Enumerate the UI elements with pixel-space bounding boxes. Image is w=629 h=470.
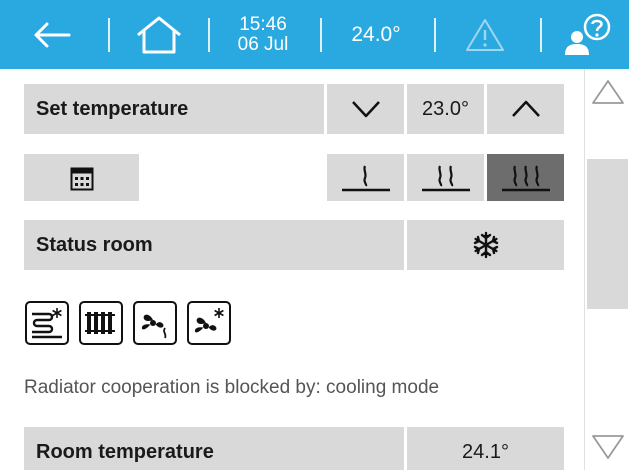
scroll-thumb[interactable]: [587, 159, 628, 309]
increase-temperature-button[interactable]: [487, 84, 564, 134]
user-help-icon: [565, 13, 611, 55]
header-divider: [108, 18, 110, 52]
room-temperature-label: Room temperature: [24, 427, 404, 470]
radiator-icon: [85, 312, 115, 334]
top-bar: 15:46 06 Jul 24.0°: [0, 0, 629, 69]
set-temperature-value: 23.0°: [407, 84, 484, 134]
scroll-down-button[interactable]: [585, 424, 629, 470]
header-divider: [320, 18, 322, 52]
home-icon: [137, 16, 181, 53]
arrow-left-icon: [34, 22, 71, 47]
back-button[interactable]: [22, 0, 82, 69]
heat-level-3-icon: [501, 165, 550, 191]
current-temperature: 24.0°: [351, 22, 401, 46]
heat-level-2-button[interactable]: [407, 154, 484, 201]
time-text: 15:46: [239, 13, 287, 35]
mode-icons-group: [25, 301, 231, 345]
chevron-down-icon: [351, 101, 380, 118]
heat-level-3-button[interactable]: [487, 154, 564, 201]
home-button[interactable]: [127, 0, 191, 69]
chevron-up-icon: [511, 100, 540, 117]
floor-cooling-indicator: [25, 301, 69, 345]
date-text: 06 Jul: [237, 33, 289, 55]
fan-heating-icon: [141, 314, 167, 339]
triangle-down-icon: [591, 435, 624, 459]
warning-button[interactable]: [450, 0, 520, 69]
set-temperature-label: Set temperature: [24, 84, 324, 134]
clock-display: 15:46 06 Jul: [228, 0, 298, 69]
status-room-label: Status room: [24, 220, 404, 270]
calendar-button[interactable]: [24, 154, 139, 201]
room-temperature-value: 24.1°: [407, 427, 564, 470]
fan-heating-indicator: [133, 301, 177, 345]
fan-cooling-icon: [194, 308, 224, 333]
snowflake-icon: [473, 231, 498, 259]
heat-level-2-icon: [421, 165, 470, 191]
heat-level-1-button[interactable]: [327, 154, 404, 201]
heat-level-1-icon: [341, 165, 390, 191]
calendar-icon: [70, 167, 93, 190]
header-divider: [208, 18, 210, 52]
radiator-indicator: [79, 301, 123, 345]
warning-icon: [466, 18, 504, 51]
cooperation-blocked-message: Radiator cooperation is blocked by: cool…: [24, 377, 440, 398]
header-divider: [540, 18, 542, 52]
decrease-temperature-button[interactable]: [327, 84, 404, 134]
triangle-up-icon: [591, 80, 624, 104]
floor-cooling-icon: [32, 308, 62, 339]
scroll-up-button[interactable]: [585, 69, 629, 115]
scrollbar[interactable]: [584, 69, 629, 470]
user-help-button[interactable]: [552, 0, 622, 69]
fan-cooling-indicator: [187, 301, 231, 345]
header-divider: [434, 18, 436, 52]
status-room-mode: [407, 220, 564, 270]
